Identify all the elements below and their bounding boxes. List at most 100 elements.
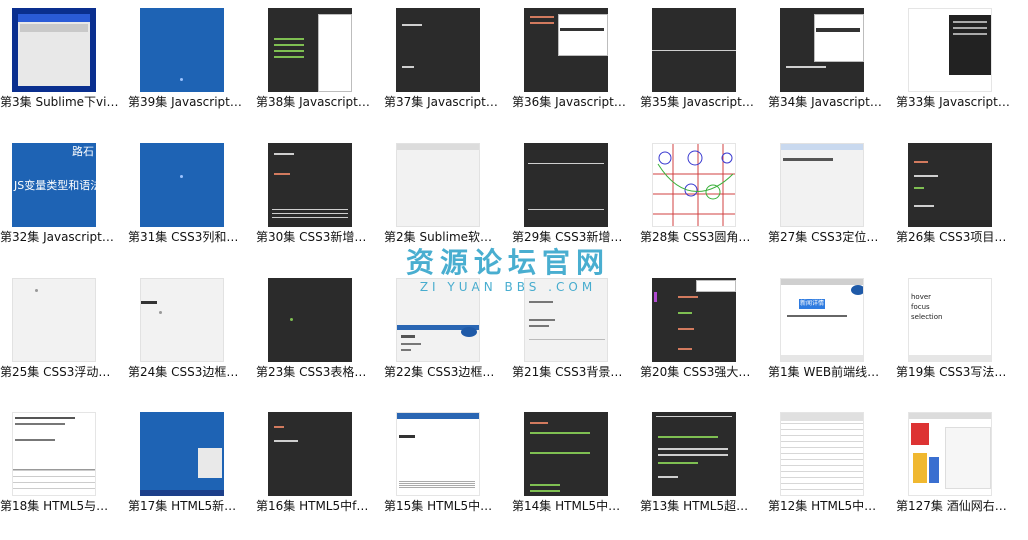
- video-file-item[interactable]: 第20集 CSS3强大…: [640, 270, 760, 400]
- video-thumbnail: [524, 143, 608, 227]
- file-name: 第14集 HTML5中…: [512, 499, 621, 513]
- video-file-item[interactable]: 第34集 Javascript…: [768, 0, 888, 130]
- video-thumbnail: [780, 412, 864, 496]
- video-thumbnail: [908, 8, 992, 92]
- video-thumbnail: [140, 8, 224, 92]
- video-thumbnail: [652, 278, 736, 362]
- video-thumbnail: [652, 143, 736, 227]
- file-name: 第18集 HTML5与…: [0, 499, 109, 513]
- file-name: 第30集 CSS3新增…: [256, 230, 367, 244]
- video-file-item[interactable]: 第15集 HTML5中…: [384, 404, 504, 534]
- file-name: 第15集 HTML5中…: [384, 499, 493, 513]
- file-name: 第17集 HTML5新…: [128, 499, 237, 513]
- video-thumbnail: [652, 412, 736, 496]
- video-file-item[interactable]: 第23集 CSS3表格…: [256, 270, 376, 400]
- video-thumbnail: 路石 JS变量类型和语法: [12, 143, 96, 227]
- video-file-item[interactable]: 第17集 HTML5新…: [128, 404, 248, 534]
- video-thumbnail: [396, 278, 480, 362]
- video-thumbnail: [524, 278, 608, 362]
- file-name: 第38集 Javascript…: [256, 95, 370, 109]
- video-file-item[interactable]: hover focus selection 第19集 CSS3写法…: [896, 270, 1016, 400]
- file-name: 第19集 CSS3写法…: [896, 365, 1007, 379]
- file-name: 第16集 HTML5中f…: [256, 499, 369, 513]
- video-thumbnail: [908, 143, 992, 227]
- thumbnail-text-line: selection: [911, 313, 943, 321]
- video-file-item[interactable]: 第38集 Javascript…: [256, 0, 376, 130]
- file-name: 第2集 Sublime软…: [384, 230, 493, 244]
- video-file-item[interactable]: 第127集 酒仙网右…: [896, 404, 1016, 534]
- video-file-item[interactable]: 第12集 HTML5中…: [768, 404, 888, 534]
- video-file-item[interactable]: 第36集 Javascript…: [512, 0, 632, 130]
- video-thumbnail: [908, 412, 992, 496]
- file-name: 第13集 HTML5超…: [640, 499, 749, 513]
- file-name: 第26集 CSS3项目…: [896, 230, 1007, 244]
- video-file-item[interactable]: 第16集 HTML5中f…: [256, 404, 376, 534]
- video-thumbnail: [524, 8, 608, 92]
- video-file-item[interactable]: 第31集 CSS3列和…: [128, 135, 248, 265]
- file-name: 第22集 CSS3边框…: [384, 365, 495, 379]
- video-thumbnail: [396, 412, 480, 496]
- file-name: 第3集 Sublime下vi…: [0, 95, 119, 109]
- video-thumbnail: [268, 8, 352, 92]
- file-name: 第35集 Javascript…: [640, 95, 754, 109]
- video-file-item[interactable]: 第26集 CSS3项目…: [896, 135, 1016, 265]
- video-file-item[interactable]: 第14集 HTML5中…: [512, 404, 632, 534]
- video-thumbnail: [396, 8, 480, 92]
- file-name: 第25集 CSS3浮动…: [0, 365, 111, 379]
- file-name: 第24集 CSS3边框…: [128, 365, 239, 379]
- video-file-item[interactable]: 第30集 CSS3新增…: [256, 135, 376, 265]
- file-name: 第31集 CSS3列和…: [128, 230, 239, 244]
- video-thumbnail: [12, 278, 96, 362]
- thumbnail-button: 新闻详情: [799, 299, 825, 309]
- video-file-item[interactable]: 第2集 Sublime软…: [384, 135, 504, 265]
- video-thumbnail: 新闻详情: [780, 278, 864, 362]
- video-thumbnail: hover focus selection: [908, 278, 992, 362]
- video-file-item[interactable]: 第29集 CSS3新增…: [512, 135, 632, 265]
- thumbnail-text-line: focus: [911, 303, 930, 311]
- video-thumbnail: [12, 412, 96, 496]
- video-thumbnail: [268, 278, 352, 362]
- file-name: 第36集 Javascript…: [512, 95, 626, 109]
- thumbnail-title: JS变量类型和语法: [14, 179, 96, 192]
- thumbnail-text-line: hover: [911, 293, 932, 301]
- file-grid: 第3集 Sublime下vi… 第39集 Javascript… 第38集 Ja…: [0, 0, 1028, 540]
- video-file-item[interactable]: 第39集 Javascript…: [128, 0, 248, 130]
- video-file-item[interactable]: 第27集 CSS3定位…: [768, 135, 888, 265]
- video-file-item[interactable]: 第37集 Javascript…: [384, 0, 504, 130]
- video-file-item[interactable]: 第35集 Javascript…: [640, 0, 760, 130]
- file-name: 第32集 Javascript…: [0, 230, 114, 244]
- video-thumbnail: [140, 412, 224, 496]
- video-thumbnail: [396, 143, 480, 227]
- video-file-item[interactable]: 路石 JS变量类型和语法 第32集 Javascript…: [0, 135, 120, 265]
- file-name: 第12集 HTML5中…: [768, 499, 877, 513]
- video-thumbnail: [652, 8, 736, 92]
- video-thumbnail: [524, 412, 608, 496]
- file-name: 第37集 Javascript…: [384, 95, 498, 109]
- video-file-item[interactable]: 第24集 CSS3边框…: [128, 270, 248, 400]
- file-name: 第23集 CSS3表格…: [256, 365, 367, 379]
- video-file-item[interactable]: 第3集 Sublime下vi…: [0, 0, 120, 130]
- file-name: 第33集 Javascript…: [896, 95, 1010, 109]
- file-name: 第29集 CSS3新增…: [512, 230, 623, 244]
- video-file-item[interactable]: 第25集 CSS3浮动…: [0, 270, 120, 400]
- file-name: 第27集 CSS3定位…: [768, 230, 879, 244]
- video-thumbnail: [780, 8, 864, 92]
- video-file-item[interactable]: 新闻详情 第1集 WEB前端线…: [768, 270, 888, 400]
- video-file-item[interactable]: 第33集 Javascript…: [896, 0, 1016, 130]
- file-name: 第39集 Javascript…: [128, 95, 242, 109]
- video-thumbnail: [140, 278, 224, 362]
- file-name: 第1集 WEB前端线…: [768, 365, 880, 379]
- video-thumbnail: [780, 143, 864, 227]
- video-thumbnail: [268, 143, 352, 227]
- video-thumbnail: [268, 412, 352, 496]
- file-name: 第34集 Javascript…: [768, 95, 882, 109]
- video-file-item[interactable]: 第22集 CSS3边框…: [384, 270, 504, 400]
- file-name: 第127集 酒仙网右…: [896, 499, 1007, 513]
- video-thumbnail: [12, 8, 96, 92]
- video-file-item[interactable]: 第13集 HTML5超…: [640, 404, 760, 534]
- file-name: 第20集 CSS3强大…: [640, 365, 751, 379]
- video-file-item[interactable]: 第21集 CSS3背景…: [512, 270, 632, 400]
- video-file-item[interactable]: 第28集 CSS3圆角…: [640, 135, 760, 265]
- file-name: 第28集 CSS3圆角…: [640, 230, 751, 244]
- video-file-item[interactable]: 第18集 HTML5与…: [0, 404, 120, 534]
